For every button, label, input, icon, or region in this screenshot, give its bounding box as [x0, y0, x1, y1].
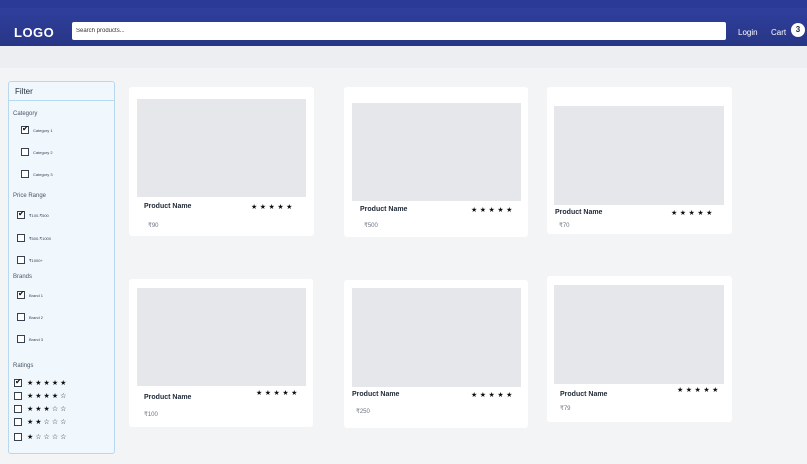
- option-label: Brand 1: [29, 292, 44, 298]
- filter-option-category-1[interactable]: Category 1: [21, 124, 53, 135]
- login-link[interactable]: Login: [738, 28, 758, 37]
- product-rating-stars-icon: ★★★★★: [671, 209, 715, 217]
- cart-count-badge[interactable]: 3: [791, 23, 805, 37]
- product-rating-stars-icon: ★★★★★: [471, 206, 515, 214]
- filter-option-brand-3[interactable]: Brand 3: [17, 334, 43, 344]
- checkbox[interactable]: [17, 256, 25, 264]
- rating-option-1[interactable]: ★☆☆☆☆: [14, 432, 68, 441]
- filter-panel: Filter Category Category 1 Category 2 Ca…: [8, 81, 115, 454]
- filter-option-price-500-1000[interactable]: ₹500-₹1000: [17, 233, 51, 243]
- checkbox[interactable]: [14, 417, 22, 426]
- filter-option-price-1000-plus[interactable]: ₹1000+: [17, 255, 43, 265]
- filter-option-price-100-500[interactable]: ₹100-₹500: [17, 209, 49, 220]
- checkbox[interactable]: [21, 148, 29, 156]
- filter-option-category-2[interactable]: Category 2: [21, 147, 53, 157]
- product-image[interactable]: [352, 103, 521, 201]
- checkbox[interactable]: [17, 335, 25, 343]
- product-image[interactable]: [137, 99, 306, 197]
- category-section-title: Category: [13, 111, 38, 117]
- product-image[interactable]: [554, 285, 724, 384]
- star-rating-icon: ★☆☆☆☆: [27, 432, 69, 441]
- product-name[interactable]: Product Name: [555, 209, 602, 216]
- checkbox[interactable]: [17, 313, 25, 321]
- checkbox[interactable]: [14, 432, 22, 441]
- checkbox[interactable]: [21, 170, 29, 178]
- rating-option-5[interactable]: ★★★★★: [14, 377, 69, 387]
- cart-link[interactable]: Cart: [771, 28, 786, 37]
- option-label: Brand 2: [29, 314, 44, 320]
- ratings-section-title: Ratings: [13, 363, 34, 369]
- option-label: Brand 3: [29, 336, 44, 342]
- product-rating-stars-icon: ★★★★★: [471, 391, 515, 399]
- star-rating-icon: ★★★★★: [27, 378, 69, 387]
- product-image[interactable]: [554, 106, 724, 205]
- filter-option-brand-2[interactable]: Brand 2: [17, 312, 43, 322]
- product-rating-stars-icon: ★★★★★: [256, 389, 300, 397]
- checkbox[interactable]: [17, 289, 25, 299]
- product-price: ₹250: [356, 409, 370, 415]
- filter-title: Filter: [15, 87, 33, 96]
- product-card[interactable]: Product Name ★★★★★ ₹250: [344, 280, 528, 428]
- logo[interactable]: LOGO: [14, 25, 54, 40]
- option-label: Category 1: [33, 127, 53, 133]
- product-name[interactable]: Product Name: [144, 394, 191, 401]
- brands-section-title: Brands: [13, 274, 33, 280]
- rating-option-3[interactable]: ★★★☆☆: [14, 404, 68, 413]
- price-range-section-title: Price Range: [13, 193, 47, 199]
- checkbox[interactable]: [14, 377, 22, 387]
- product-price: ₹90: [148, 223, 159, 229]
- star-rating-icon: ★★★★☆: [27, 391, 69, 400]
- option-label: Category 2: [33, 149, 53, 155]
- product-card[interactable]: Product Name ★★★★★ ₹500: [344, 87, 528, 237]
- product-rating-stars-icon: ★★★★★: [677, 386, 721, 394]
- product-card[interactable]: Product Name ★★★★★ ₹90: [129, 87, 314, 236]
- checkbox[interactable]: [14, 404, 22, 413]
- checkbox[interactable]: [17, 234, 25, 242]
- product-name[interactable]: Product Name: [352, 391, 399, 398]
- search-input[interactable]: [72, 22, 726, 40]
- product-image[interactable]: [352, 288, 521, 387]
- header-strip: [0, 46, 807, 68]
- product-name[interactable]: Product Name: [360, 206, 407, 213]
- top-nav-bar: LOGO Login Cart 3: [0, 0, 807, 46]
- star-rating-icon: ★★★☆☆: [27, 404, 69, 413]
- product-name[interactable]: Product Name: [144, 203, 191, 210]
- checkbox[interactable]: [21, 124, 29, 134]
- option-label: ₹1000+: [29, 257, 43, 263]
- product-price: ₹70: [559, 223, 570, 229]
- product-price: ₹79: [560, 406, 571, 412]
- product-price: ₹500: [364, 223, 378, 229]
- product-rating-stars-icon: ★★★★★: [251, 203, 295, 211]
- rating-option-4[interactable]: ★★★★☆: [14, 391, 68, 400]
- rating-option-2[interactable]: ★★☆☆☆: [14, 417, 68, 426]
- product-price: ₹100: [144, 412, 158, 418]
- option-label: Category 3: [33, 171, 53, 177]
- star-rating-icon: ★★☆☆☆: [27, 417, 69, 426]
- checkbox[interactable]: [17, 209, 25, 219]
- filter-option-brand-1[interactable]: Brand 1: [17, 289, 44, 300]
- filter-option-category-3[interactable]: Category 3: [21, 169, 53, 179]
- product-image[interactable]: [137, 288, 306, 386]
- product-card[interactable]: Product Name ★★★★★ ₹70: [547, 87, 732, 234]
- option-label: ₹100-₹500: [29, 212, 49, 218]
- product-card[interactable]: Product Name ★★★★★ ₹100: [129, 279, 313, 427]
- filter-divider: [9, 100, 114, 101]
- option-label: ₹500-₹1000: [29, 235, 51, 241]
- checkbox[interactable]: [14, 391, 22, 400]
- product-name[interactable]: Product Name: [560, 391, 607, 398]
- product-card[interactable]: Product Name ★★★★★ ₹79: [547, 276, 732, 422]
